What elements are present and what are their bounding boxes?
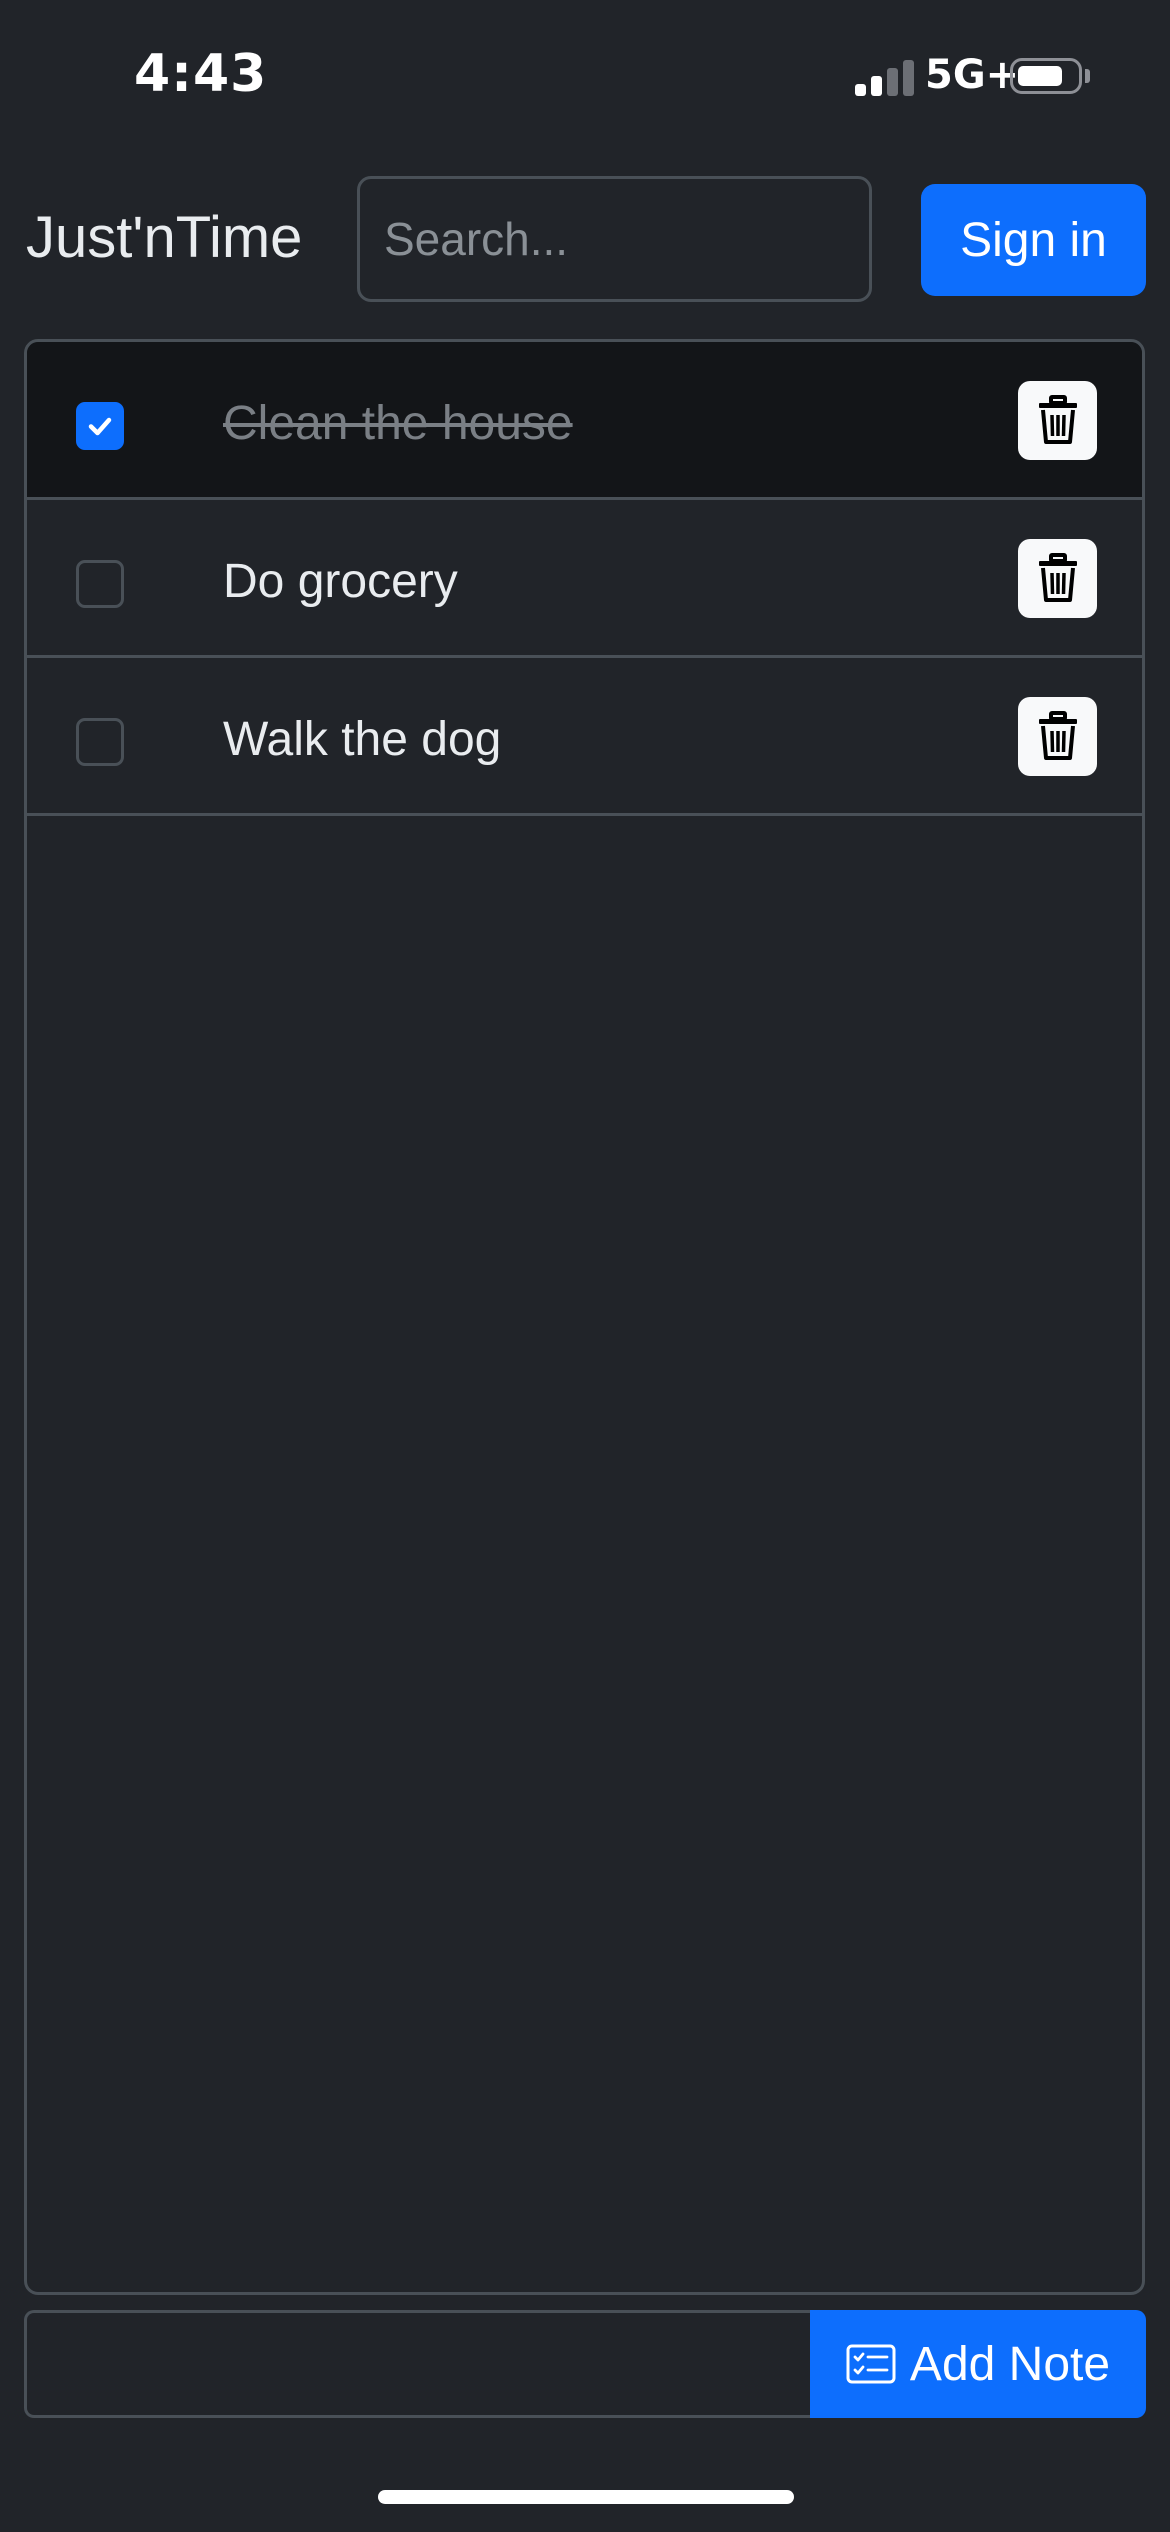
status-bar: 4:43 5G+	[0, 0, 1170, 150]
todo-text: Do grocery	[223, 555, 458, 608]
trash-icon	[1039, 711, 1077, 760]
todo-item: Clean the house	[27, 342, 1142, 500]
todo-list: Clean the house Do grocery Walk the dog	[24, 339, 1145, 2295]
signal-strength-icon	[855, 58, 917, 96]
todo-checkbox[interactable]	[76, 718, 124, 766]
add-note-button[interactable]: Add Note	[810, 2310, 1146, 2418]
checklist-card-icon	[846, 2344, 896, 2384]
trash-icon	[1039, 553, 1077, 602]
trash-icon	[1039, 395, 1077, 444]
sign-in-button[interactable]: Sign in	[921, 184, 1146, 296]
add-note-label: Add Note	[909, 2337, 1111, 2391]
brand-title: Just'nTime	[26, 205, 303, 270]
status-time: 4:43	[134, 44, 268, 104]
check-icon	[88, 417, 112, 436]
todo-item: Do grocery	[27, 500, 1142, 658]
delete-button[interactable]	[1018, 381, 1097, 460]
todo-checkbox[interactable]	[76, 402, 124, 450]
delete-button[interactable]	[1018, 539, 1097, 618]
todo-text: Walk the dog	[223, 713, 502, 766]
network-type: 5G+	[925, 52, 1020, 98]
delete-button[interactable]	[1018, 697, 1097, 776]
home-indicator[interactable]	[378, 2490, 794, 2504]
battery-icon	[1010, 58, 1082, 94]
todo-checkbox[interactable]	[76, 560, 124, 608]
battery-cap	[1085, 69, 1090, 83]
todo-item: Walk the dog	[27, 658, 1142, 816]
note-input[interactable]	[24, 2310, 810, 2418]
todo-text: Clean the house	[223, 397, 573, 450]
search-input[interactable]	[357, 176, 872, 302]
